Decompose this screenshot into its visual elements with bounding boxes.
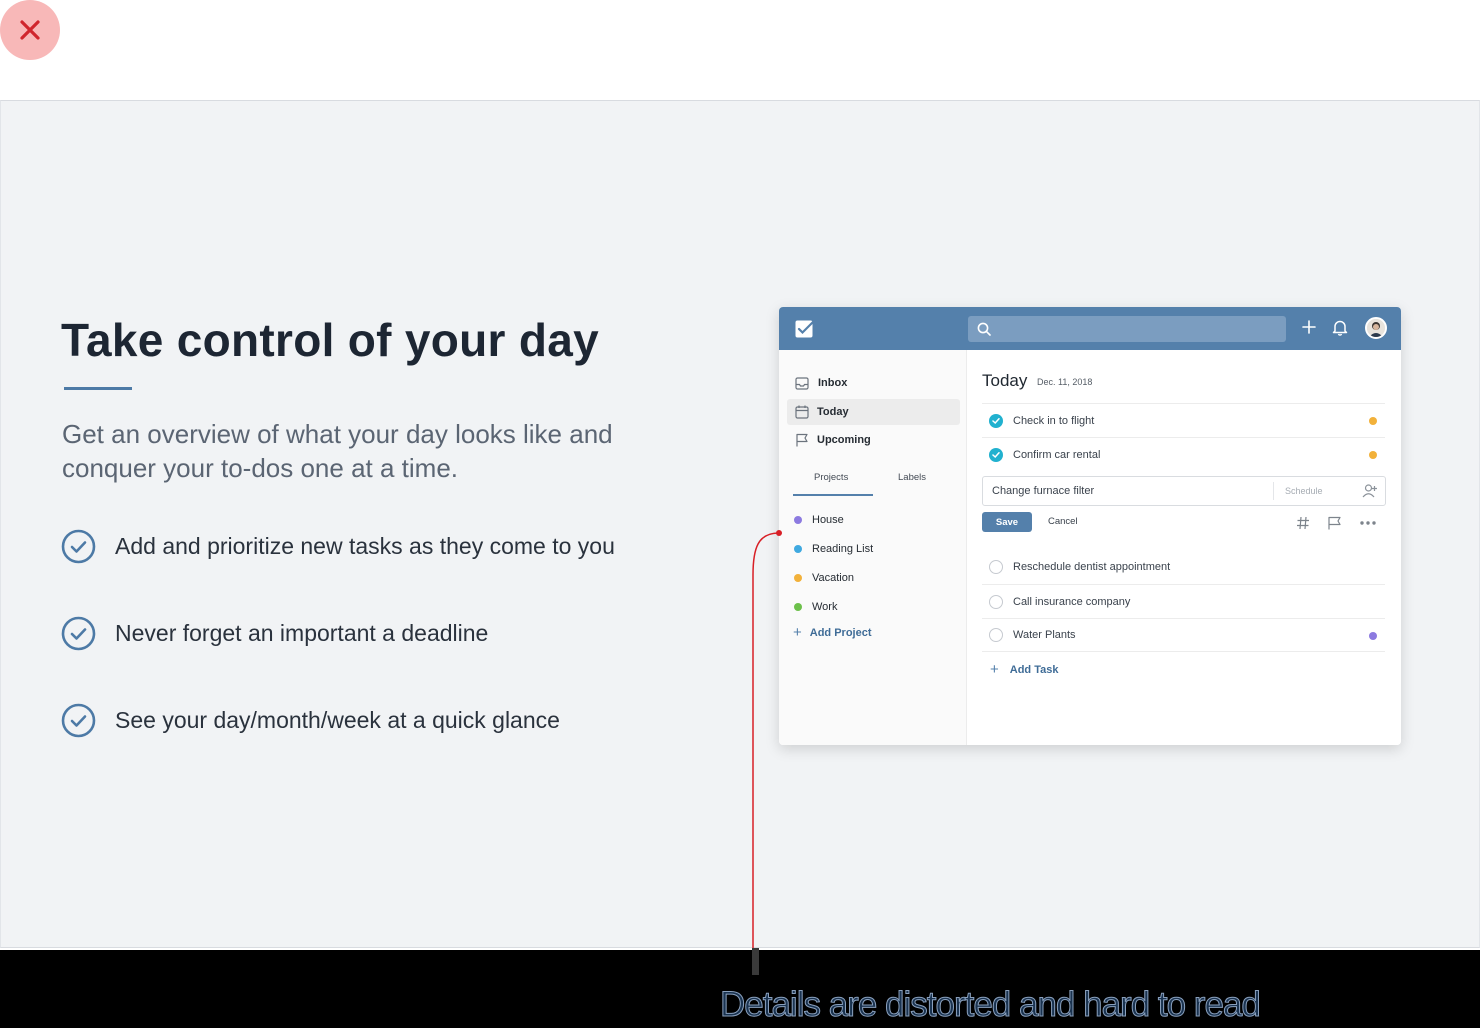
page: Take control of your day Get an overview… (0, 0, 1480, 1028)
annotation-callout (752, 530, 782, 975)
annotation-caption: Details are distorted and hard to read (720, 985, 1262, 1025)
